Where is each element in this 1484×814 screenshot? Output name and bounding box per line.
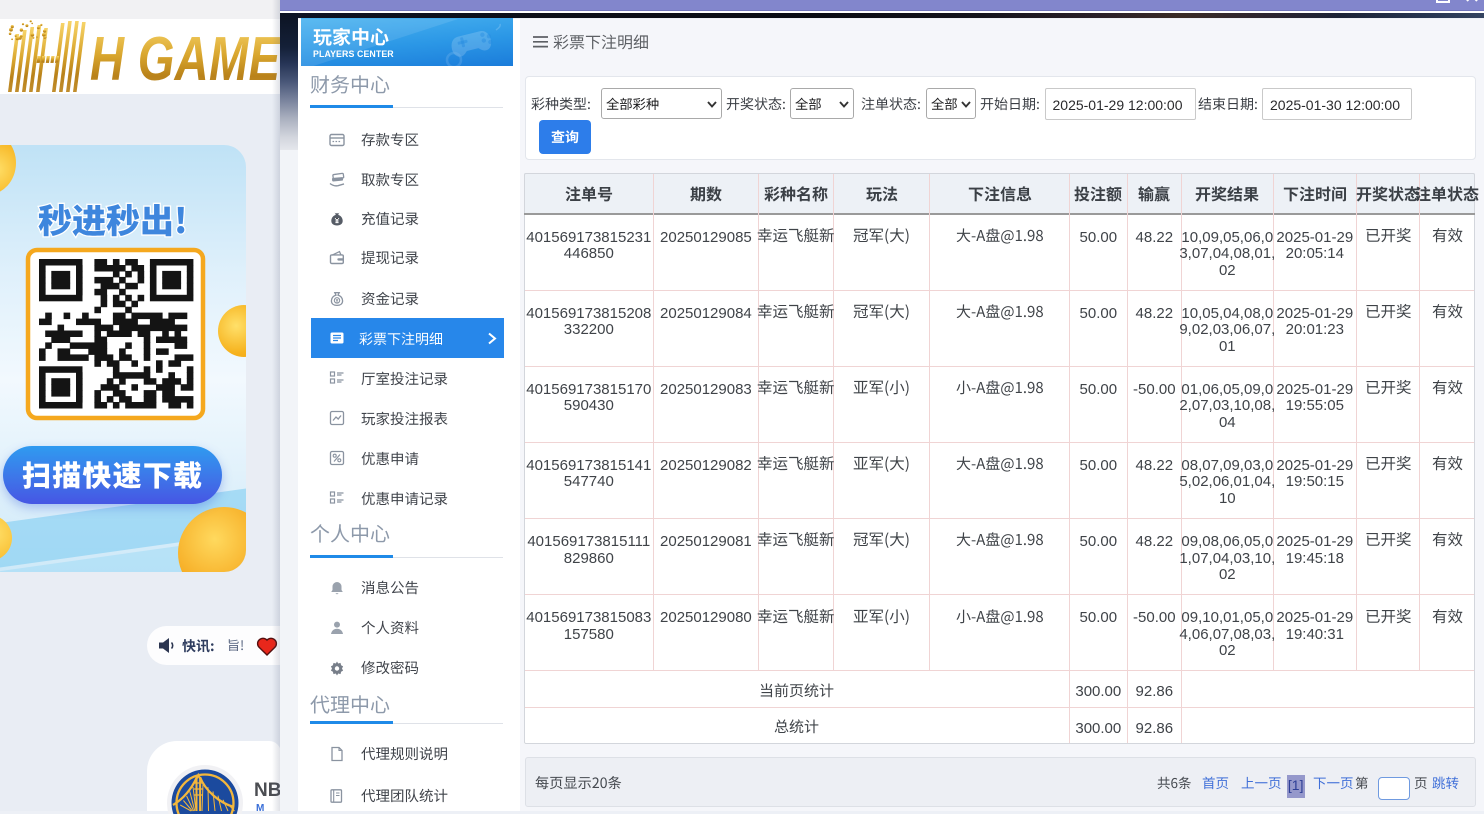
svg-text:H GAME: H GAME [90,24,282,94]
